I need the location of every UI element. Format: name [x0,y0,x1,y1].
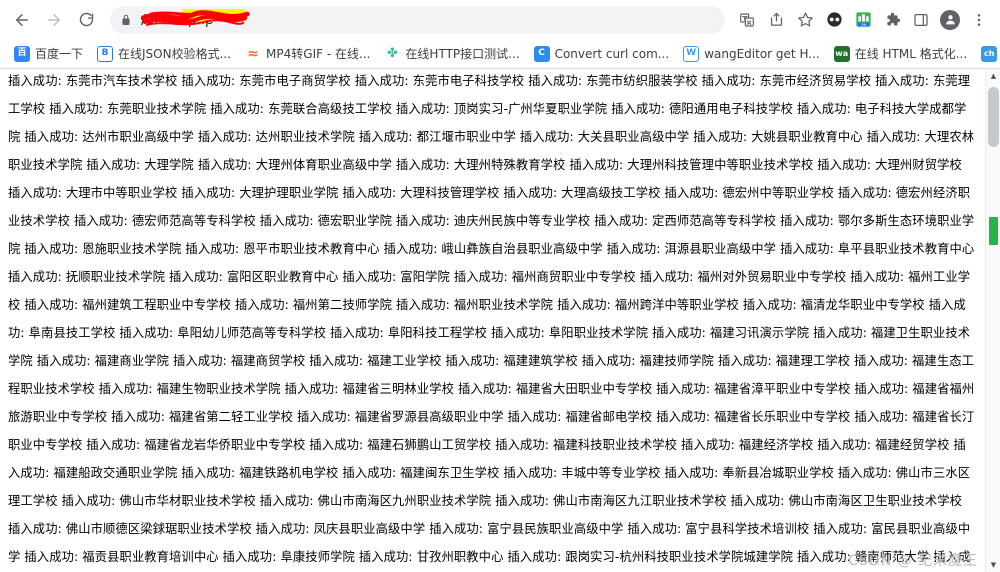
curl-converter-icon: C [533,45,550,62]
bookmark-label: 在线JSON校验格式... [118,47,232,61]
bookmark-label: 在线HTTP接口测试... [405,47,520,61]
bookmark-label: wangEditor get H... [704,46,820,61]
bookmark-item[interactable]: B 在线JSON校验格式... [91,42,237,65]
baidu-icon: 百 [14,45,30,62]
bookmark-item[interactable]: ch 免费图床 - 免费保... [975,42,1000,65]
bookmark-label: Convert curl com... [554,46,670,61]
reload-button[interactable] [72,6,100,34]
forward-button[interactable] [40,6,68,34]
browser-toolbar: /demo.php ON [0,0,1000,39]
back-button[interactable] [8,6,36,34]
extension-dark-reader-icon[interactable] [821,7,847,33]
html-formatter-icon: wa [833,45,850,62]
bookmark-star-icon[interactable] [792,7,818,33]
lock-icon [120,14,132,26]
share-icon[interactable] [763,7,789,33]
page-body: 插入成功: 东莞市汽车技术学校 插入成功: 东莞市电子商贸学校 插入成功: 东莞… [0,69,985,572]
url-field[interactable]: /demo.php [141,6,715,34]
bookmark-item[interactable]: 百 百度一下 [8,42,89,65]
extension-adblock-on-icon[interactable]: ON [850,7,876,33]
page-viewport: 插入成功: 东莞市汽车技术学校 插入成功: 东莞市电子商贸学校 插入成功: 东莞… [0,69,1000,572]
translate-icon[interactable] [734,7,760,33]
json-validator-icon: B [97,45,114,62]
bookmark-item[interactable]: C Convert curl com... [528,43,676,65]
bookmark-label: 在线 HTML 格式化... [854,47,968,61]
bookmark-item[interactable]: ≈ MP4转GIF - 在线... [239,42,376,65]
profile-avatar-icon[interactable] [937,7,963,33]
side-panel-icon[interactable] [908,7,934,33]
bookmark-label: MP4转GIF - 在线... [266,47,371,61]
reload-icon [79,12,93,27]
insert-success-output: 插入成功: 东莞市汽车技术学校 插入成功: 东莞市电子商贸学校 插入成功: 东莞… [8,74,975,564]
back-arrow-icon [16,13,28,26]
url-text: /demo.php [141,11,214,28]
extensions-puzzle-icon[interactable] [879,7,905,33]
scroll-down-arrow-icon[interactable]: ▼ [986,558,1000,572]
vertical-scrollbar[interactable]: ▲ ▼ [985,69,1000,572]
mp4-to-gif-icon: ≈ [245,45,262,62]
bookmarks-bar: 百 百度一下 B 在线JSON校验格式... ≈ MP4转GIF - 在线...… [0,39,1000,69]
chrome-menu-icon[interactable] [966,7,992,33]
bookmark-item[interactable]: ✤ 在线HTTP接口测试... [378,42,525,65]
address-bar[interactable]: /demo.php [110,5,725,34]
browser-window: /demo.php ON 百 百度一下 B 在线JSON校验格式... ≈ MP… [0,0,1000,572]
forward-arrow-icon [48,13,60,26]
bookmark-label: 百度一下 [35,47,84,61]
scrollbar-thumb[interactable] [988,87,999,147]
scrollbar-find-marker [989,217,998,245]
bookmark-item[interactable]: W wangEditor get H... [677,43,826,65]
bookmark-item[interactable]: wa 在线 HTML 格式化... [828,42,973,65]
scroll-up-arrow-icon[interactable]: ▲ [986,69,1000,83]
http-test-icon: ✤ [384,45,401,62]
toolbar-icon-group: ON [731,7,992,33]
image-host-icon: ch [981,45,998,62]
wangeditor-icon: W [683,45,700,62]
svg-text:ON: ON [860,23,866,27]
